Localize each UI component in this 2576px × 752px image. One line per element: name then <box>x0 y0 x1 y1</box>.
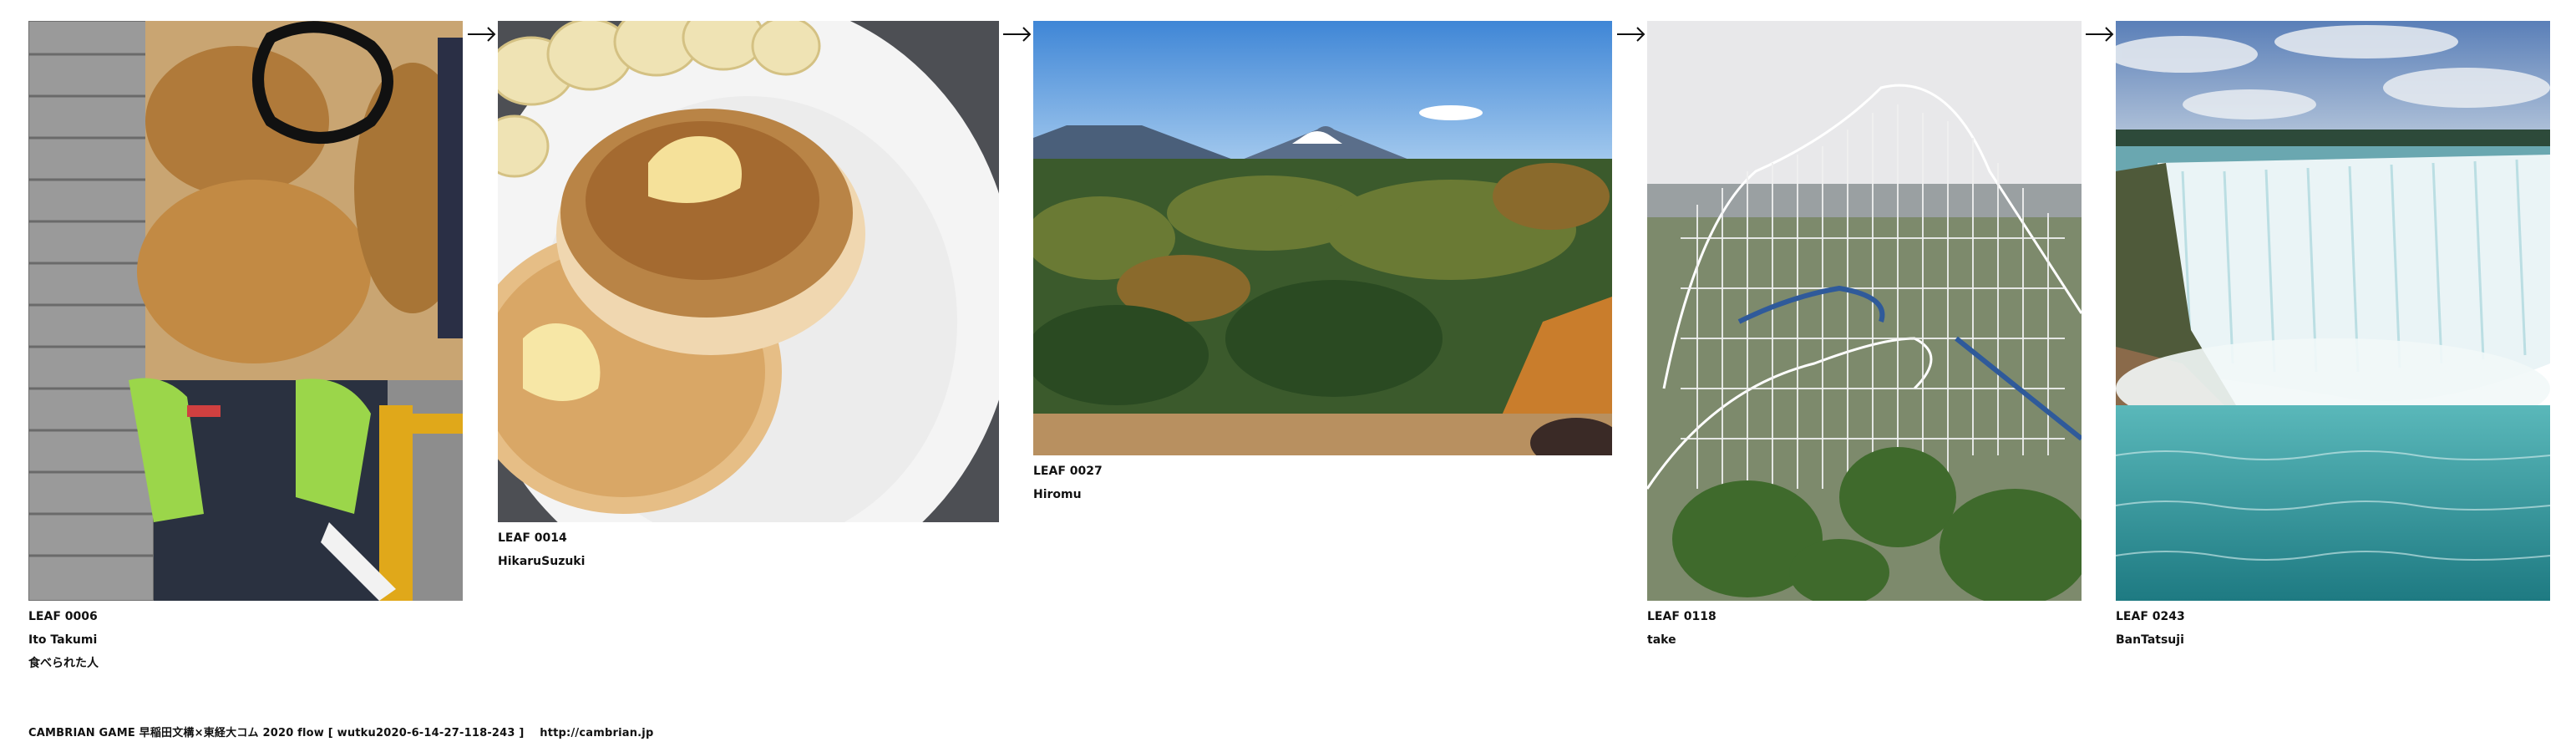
footer-credit: CAMBRIAN GAME 早稲田文構×東経大コム 2020 flow [ wu… <box>28 724 665 739</box>
right-arrow-icon <box>2086 27 2114 42</box>
leaf-id-label: LEAF 0243 <box>2116 610 2185 623</box>
leaf-id-label: LEAF 0006 <box>28 610 98 623</box>
leaf-note: 食べられた人 <box>28 657 99 670</box>
leaf-0014-photo[interactable] <box>498 21 999 522</box>
leaf-id-label: LEAF 0118 <box>1647 610 1716 623</box>
leaf-0243-caption: LEAF 0243 BanTatsuji <box>2116 605 2185 652</box>
leaf-author: BanTatsuji <box>2116 633 2184 647</box>
leaf-author: Ito Takumi <box>28 633 98 647</box>
leaf-author: take <box>1647 633 1676 647</box>
leaf-0006-caption: LEAF 0006 Ito Takumi 食べられた人 <box>28 605 99 675</box>
leaf-0014-caption: LEAF 0014 HikaruSuzuki <box>498 526 585 573</box>
leaf-0027-photo[interactable] <box>1033 21 1612 455</box>
leaf-0118-photo[interactable] <box>1647 21 2082 601</box>
right-arrow-icon <box>468 27 496 42</box>
leaf-0118-caption: LEAF 0118 take <box>1647 605 1716 652</box>
leaf-0006-photo[interactable] <box>28 21 463 601</box>
flow-canvas: LEAF 0006 Ito Takumi 食べられた人 LEAF 0014 Hi… <box>0 0 2576 752</box>
leaf-author: Hiromu <box>1033 488 1082 501</box>
leaf-id-label: LEAF 0027 <box>1033 465 1103 478</box>
leaf-id-label: LEAF 0014 <box>498 531 567 545</box>
right-arrow-icon <box>1617 27 1645 42</box>
footer-credit-text: CAMBRIAN GAME 早稲田文構×東経大コム 2020 flow [ wu… <box>28 727 525 739</box>
leaf-author: HikaruSuzuki <box>498 555 586 568</box>
leaf-0027-caption: LEAF 0027 Hiromu <box>1033 460 1103 506</box>
leaf-0243-photo[interactable] <box>2116 21 2550 601</box>
footer-url-link[interactable]: http://cambrian.jp <box>540 727 653 739</box>
right-arrow-icon <box>1003 27 1032 42</box>
